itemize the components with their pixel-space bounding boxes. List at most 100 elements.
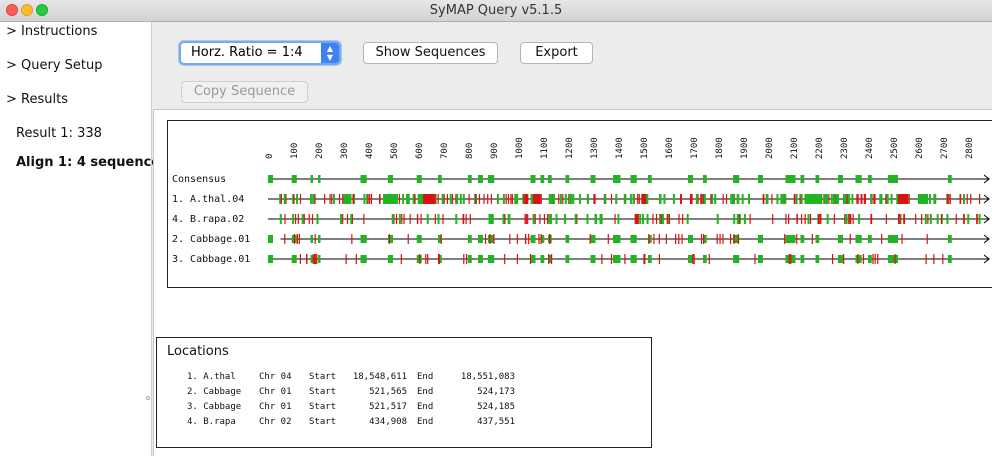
mismatch-mark <box>857 254 859 264</box>
location-start-label: Start <box>309 372 337 382</box>
mismatch-mark <box>351 234 353 244</box>
ruler-tick-label: 2800 <box>965 137 975 159</box>
match-block <box>363 194 366 204</box>
match-block <box>703 255 707 263</box>
mismatch-mark <box>811 234 813 244</box>
mismatch-mark <box>510 194 512 204</box>
ruler-tick-label: 2500 <box>890 137 900 159</box>
mismatch-mark <box>487 194 489 204</box>
ruler-tick-label: 0 <box>265 154 275 159</box>
sidebar-item-result-1[interactable]: Result 1: 338 <box>16 126 102 141</box>
mismatch-mark <box>820 214 822 224</box>
mismatch-mark <box>299 194 302 204</box>
mismatch-mark <box>463 254 465 264</box>
mismatch-mark <box>529 254 532 264</box>
match-block <box>310 175 313 183</box>
mismatch-mark <box>296 234 299 244</box>
mismatch-mark <box>846 194 848 204</box>
location-row: 1. A.thal Chr 04 Start 18,548,611 End 18,551,… <box>187 371 525 386</box>
copy-sequence-button[interactable]: Copy Sequence <box>181 81 308 103</box>
match-block <box>963 194 966 204</box>
mismatch-mark <box>312 254 314 264</box>
mismatch-mark <box>308 214 310 224</box>
mismatch-mark <box>543 214 546 224</box>
match-block <box>590 255 596 263</box>
match-block <box>388 255 393 263</box>
locations-box: Locations 1. A.thal Chr 04 Start 18,548,611… <box>156 337 652 448</box>
match-block <box>659 194 662 204</box>
mismatch-mark <box>462 214 464 224</box>
location-start: 521,565 <box>369 387 407 397</box>
match-block <box>868 175 872 183</box>
mismatch-mark <box>800 214 803 224</box>
mismatch-mark <box>785 214 787 224</box>
mismatch-mark <box>637 194 639 204</box>
mismatch-mark <box>342 214 344 224</box>
mismatch-mark <box>516 234 518 244</box>
mismatch-mark <box>293 194 295 204</box>
mismatch-mark <box>314 234 316 244</box>
match-block <box>851 194 854 204</box>
mismatch-mark <box>848 214 850 224</box>
mismatch-mark <box>419 254 421 264</box>
sidebar-item-results[interactable]: > Results <box>6 92 68 107</box>
mismatch-mark <box>489 234 491 244</box>
match-block <box>663 194 666 204</box>
match-block <box>733 255 740 263</box>
match-block <box>613 235 621 243</box>
mismatch-mark <box>414 194 416 204</box>
match-block <box>563 214 566 224</box>
ruler-tick-label: 2100 <box>790 137 800 159</box>
alignment-row-label: 3. Cabbage.01 <box>172 254 250 265</box>
mismatch-mark <box>819 214 821 224</box>
mismatch-mark <box>963 214 965 224</box>
match-block <box>703 194 706 204</box>
mismatch-mark <box>925 254 927 264</box>
match-block <box>929 214 932 224</box>
mismatch-mark <box>790 254 792 264</box>
match-block <box>570 194 573 204</box>
match-block <box>845 214 848 224</box>
mismatch-mark <box>468 194 470 204</box>
match-block <box>360 235 367 243</box>
sidebar-item-query-setup[interactable]: > Query Setup <box>6 58 103 73</box>
mismatch-mark <box>733 234 735 244</box>
mismatch-mark <box>363 214 365 224</box>
mismatch-mark <box>771 194 773 204</box>
mismatch-mark <box>493 234 495 244</box>
match-block <box>639 214 642 224</box>
match-block <box>309 194 312 204</box>
ruler-tick-label: 200 <box>315 143 325 159</box>
mismatch-mark <box>737 234 739 244</box>
match-block <box>686 214 689 224</box>
match-block <box>459 194 462 204</box>
match-block <box>825 194 828 204</box>
horz-ratio-select[interactable]: Horz. Ratio = 1:4 ▲ ▼ <box>179 41 341 65</box>
chevron-updown-icon: ▲ ▼ <box>321 43 339 63</box>
location-name: 1. A.thal <box>187 372 236 382</box>
match-block <box>344 194 347 204</box>
match-block <box>933 194 936 204</box>
mismatch-mark <box>749 214 751 224</box>
show-sequences-button[interactable]: Show Sequences <box>363 42 498 64</box>
mismatch-mark <box>504 254 506 264</box>
match-block <box>340 214 343 224</box>
location-end-label: End <box>417 372 434 382</box>
match-block <box>838 175 843 183</box>
match-block <box>462 194 465 204</box>
mismatch-mark <box>490 194 492 204</box>
ruler-tick-label: 1000 <box>515 137 525 159</box>
mismatch-mark <box>293 234 296 244</box>
mismatch-mark <box>700 234 703 244</box>
mismatch-mark <box>438 254 440 264</box>
location-end: 524,185 <box>477 402 515 412</box>
mismatch-mark <box>796 234 798 244</box>
splitter-handle[interactable] <box>146 396 150 400</box>
sidebar-item-align-1[interactable]: Align 1: 4 sequence <box>16 155 160 170</box>
sidebar-item-instructions[interactable]: > Instructions <box>6 24 97 39</box>
mismatch-mark <box>280 194 283 204</box>
mismatch-mark <box>681 234 683 244</box>
mismatch-mark <box>562 194 564 204</box>
match-block <box>405 194 408 204</box>
export-button[interactable]: Export <box>520 42 593 64</box>
